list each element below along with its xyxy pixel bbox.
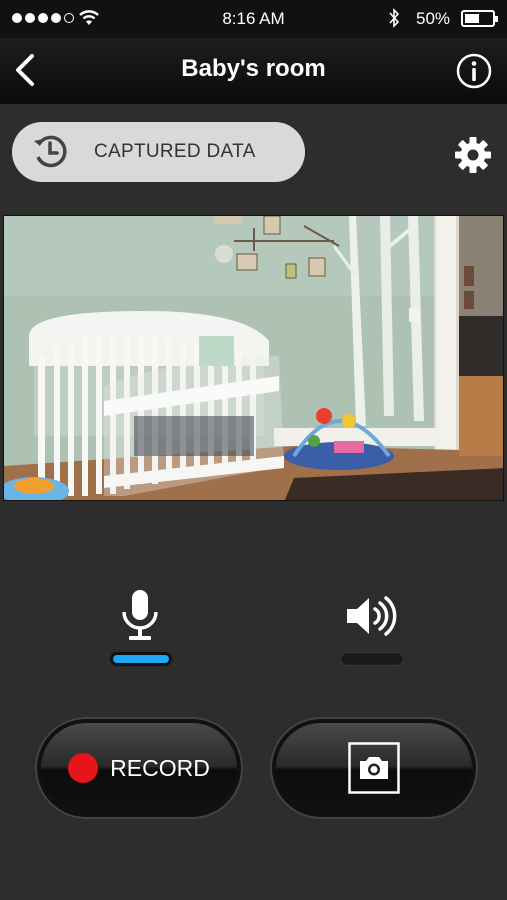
record-button[interactable]: RECORD xyxy=(35,717,243,819)
record-label: RECORD xyxy=(110,754,210,781)
snapshot-button[interactable] xyxy=(270,717,478,819)
navigation-bar: Baby's room xyxy=(0,38,507,104)
record-dot-icon xyxy=(68,753,99,783)
battery-icon xyxy=(461,10,498,27)
speaker-level-bar xyxy=(340,652,404,666)
camera-icon xyxy=(348,742,400,794)
bluetooth-icon xyxy=(389,8,400,28)
history-clock-icon xyxy=(34,135,67,168)
info-icon[interactable] xyxy=(456,53,492,89)
nursery-camera-view xyxy=(4,216,503,500)
camera-feed[interactable] xyxy=(3,215,504,501)
microphone-icon[interactable] xyxy=(120,590,160,642)
gear-icon[interactable] xyxy=(454,136,492,174)
status-bar: 8:16 AM 50% xyxy=(0,0,507,38)
microphone-level-bar xyxy=(110,652,172,666)
page-title: Baby's room xyxy=(181,55,326,82)
speaker-icon[interactable] xyxy=(345,595,397,637)
captured-data-label: CAPTURED DATA xyxy=(94,141,256,162)
captured-data-button[interactable]: CAPTURED DATA xyxy=(12,122,305,182)
battery-percent: 50% xyxy=(416,9,451,28)
